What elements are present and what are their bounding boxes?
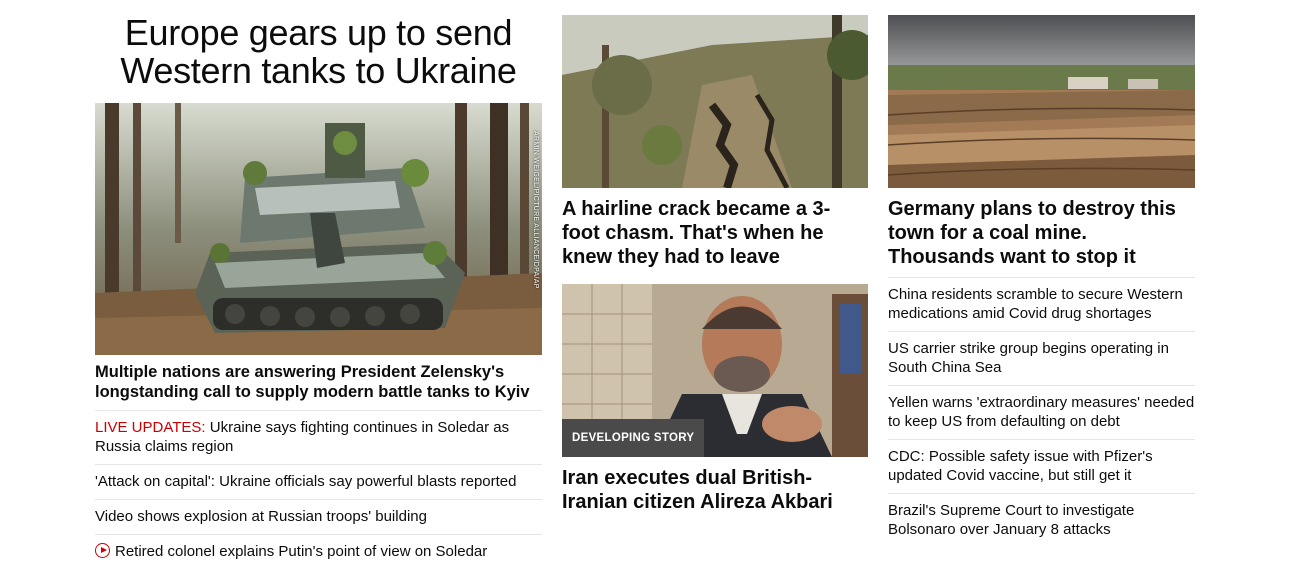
- lead-image-tank[interactable]: ARMIN WEIGEL/PICTURE ALLIANCE/DPA/AP: [95, 103, 542, 355]
- list-item[interactable]: Retired colonel explains Putin's point o…: [95, 535, 542, 569]
- list-item[interactable]: US carrier strike group begins operating…: [888, 332, 1195, 386]
- list-item[interactable]: CDC: Possible safety issue with Pfizer's…: [888, 440, 1195, 494]
- card-iran: DEVELOPING STORY Iran executes dual Brit…: [562, 284, 868, 514]
- card-image-coal-mine[interactable]: [888, 15, 1195, 188]
- lead-headline-line1: Europe gears up to send: [124, 12, 513, 53]
- link-text: Brazil's Supreme Court to investigate Bo…: [888, 502, 1135, 538]
- list-item[interactable]: Brazil's Supreme Court to investigate Bo…: [888, 494, 1195, 547]
- lead-headline-line2: Western tanks to Ukraine: [120, 50, 517, 91]
- card-headline-akbari[interactable]: Iran executes dual British-Iranian citiz…: [562, 466, 868, 514]
- card-image-akbari[interactable]: DEVELOPING STORY: [562, 284, 868, 457]
- coal-mine-aerial-image: [888, 15, 1195, 188]
- lead-subheadline[interactable]: Multiple nations are answering President…: [95, 362, 542, 411]
- link-text: 'Attack on capital': Ukraine officials s…: [95, 473, 517, 490]
- list-item[interactable]: 'Attack on capital': Ukraine officials s…: [95, 465, 542, 500]
- live-updates-label: LIVE UPDATES:: [95, 419, 206, 436]
- tank-in-forest-image: [95, 103, 542, 355]
- hillside-crack-image: [562, 15, 868, 188]
- link-text: China residents scramble to secure Weste…: [888, 286, 1183, 322]
- link-text: Yellen warns 'extraordinary measures' ne…: [888, 394, 1195, 430]
- lead-story: Europe gears up to send Western tanks to…: [95, 0, 542, 569]
- image-credit: ARMIN WEIGEL/PICTURE ALLIANCE/DPA/AP: [532, 131, 539, 289]
- right-headline-list: China residents scramble to secure Weste…: [888, 277, 1195, 547]
- lead-headline[interactable]: Europe gears up to send Western tanks to…: [95, 14, 542, 90]
- card-headline-chasm[interactable]: A hairline crack became a 3-foot chasm. …: [562, 197, 868, 269]
- card-headline-coal-mine[interactable]: Germany plans to destroy this town for a…: [888, 197, 1195, 269]
- developing-story-badge: DEVELOPING STORY: [562, 419, 705, 457]
- lead-related-links: LIVE UPDATES: Ukraine says fighting cont…: [95, 411, 542, 569]
- list-item[interactable]: Yellen warns 'extraordinary measures' ne…: [888, 386, 1195, 440]
- middle-column: A hairline crack became a 3-foot chasm. …: [562, 0, 868, 514]
- link-text: US carrier strike group begins operating…: [888, 340, 1169, 376]
- play-icon: [95, 543, 110, 558]
- link-text: Retired colonel explains Putin's point o…: [115, 543, 488, 560]
- right-column: Germany plans to destroy this town for a…: [888, 0, 1195, 547]
- list-item[interactable]: LIVE UPDATES: Ukraine says fighting cont…: [95, 411, 542, 465]
- link-text: CDC: Possible safety issue with Pfizer's…: [888, 448, 1153, 484]
- card-image-chasm[interactable]: [562, 15, 868, 188]
- link-text: Video shows explosion at Russian troops'…: [95, 508, 427, 525]
- list-item[interactable]: China residents scramble to secure Weste…: [888, 278, 1195, 332]
- list-item[interactable]: Video shows explosion at Russian troops'…: [95, 500, 542, 535]
